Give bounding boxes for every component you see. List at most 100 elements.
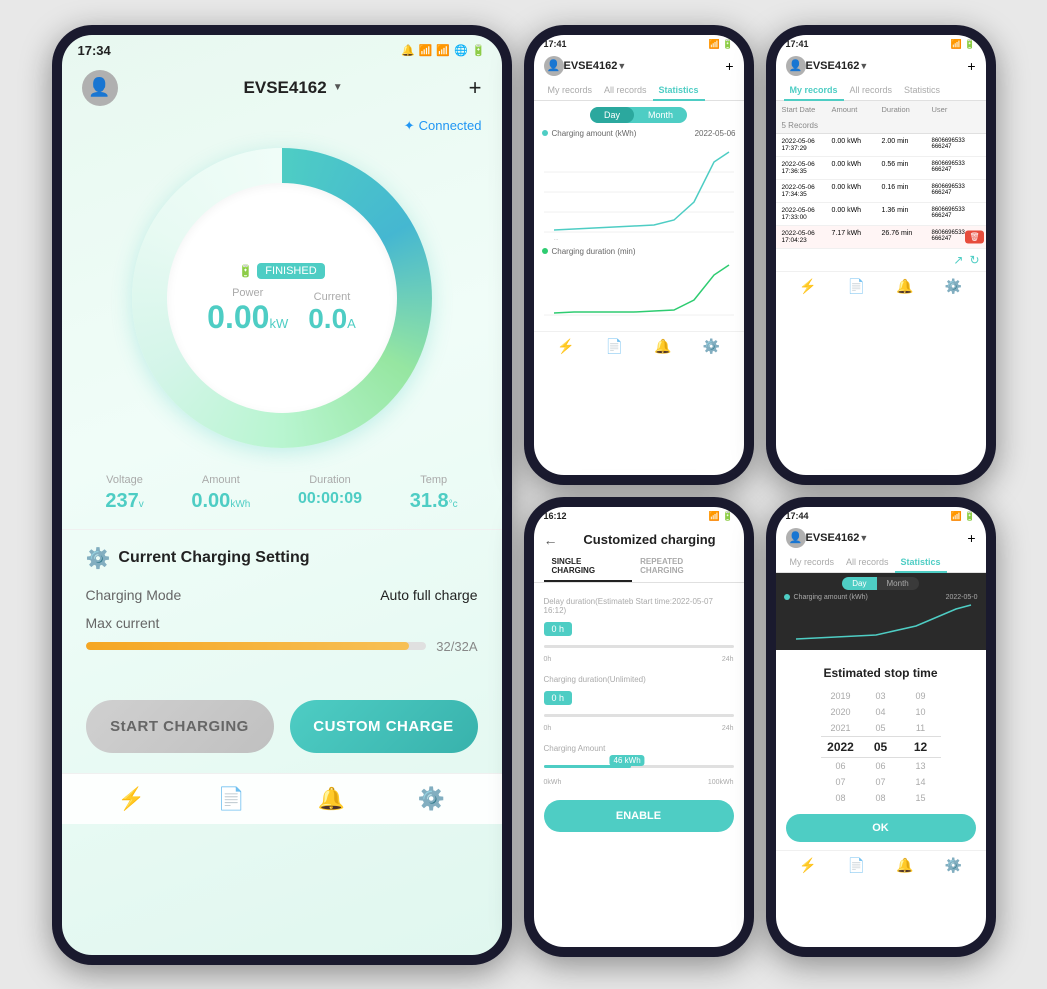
nav-home-icon[interactable]: ⚡	[118, 786, 145, 812]
nav-notifications-icon[interactable]: 🔔	[318, 786, 345, 812]
phone4-tab-statistics[interactable]: Statistics	[895, 552, 947, 572]
stop-time-label: Estimated stop time	[776, 650, 986, 688]
phone4-mini-chart	[784, 601, 978, 641]
phone4-avatar[interactable]: 👤	[786, 528, 806, 548]
phone1-status-bar: 17:41 📶 🔋	[534, 35, 744, 52]
voltage-label: Voltage	[106, 474, 143, 486]
nav-records-icon[interactable]: 📄	[218, 786, 245, 812]
phone4-nav-settings[interactable]: ⚙️	[945, 857, 962, 874]
phone1-time: 17:41	[544, 39, 567, 49]
power-label: Power	[232, 287, 263, 299]
phone4-nav-power[interactable]: ⚡	[799, 857, 816, 874]
current-label: Current	[314, 291, 351, 303]
phone1-tab-statistics[interactable]: Statistics	[653, 80, 705, 100]
legend-dot	[784, 594, 790, 600]
phone4-add-button[interactable]: +	[967, 530, 975, 546]
picker-month-selected[interactable]: 05	[861, 736, 901, 758]
main-time: 17:34	[78, 43, 111, 58]
records-table-header: Start Date Amount Duration User	[776, 101, 986, 118]
table-row: 2022-05-0617:37:29 0.00 kWh 2.00 min 860…	[776, 134, 986, 157]
phone1-legend-amount: Charging amount (kWh) 2022-05-06	[542, 129, 736, 138]
phone1-nav-settings[interactable]: ⚙️	[703, 338, 720, 355]
picker-year-selected[interactable]: 2022	[821, 736, 861, 758]
phone1-nav-power[interactable]: ⚡	[557, 338, 574, 355]
power-metric: Power 0.00kW	[207, 287, 288, 333]
phone4-toggle-day[interactable]: Day	[842, 577, 876, 590]
picker-day-col: 09 10 11 12 13 14 15	[901, 688, 941, 806]
phone1-tab-my-records[interactable]: My records	[542, 80, 599, 100]
svg-text:...: ...	[554, 236, 558, 242]
export-icon[interactable]: ↗	[953, 253, 963, 267]
phone1-add-button[interactable]: +	[725, 58, 733, 74]
phone1-avatar[interactable]: 👤	[544, 56, 564, 76]
phone4-tab-all-records[interactable]: All records	[840, 552, 895, 572]
amount-metric: Amount 0.00kWh	[191, 474, 250, 513]
main-phone-screen: 17:34 🔔📶📶🌐🔋 👤 EVSE4162 ▼ + ✦ Connected	[62, 35, 502, 955]
records-actions: ↗ ↻	[776, 249, 986, 271]
progress-fill	[86, 642, 410, 650]
main-bottom-nav: ⚡ 📄 🔔 ⚙️	[62, 773, 502, 824]
back-arrow-icon[interactable]: ←	[544, 532, 558, 548]
charging-amount-slider[interactable]: 46 kWh	[544, 757, 734, 777]
phone2-nav-power[interactable]: ⚡	[799, 278, 816, 295]
delay-slider[interactable]	[544, 640, 734, 654]
charging-settings: ⚙️ Current Charging Setting Charging Mod…	[62, 530, 502, 690]
phone2-avatar[interactable]: 👤	[786, 56, 806, 76]
nav-settings-icon[interactable]: ⚙️	[418, 786, 445, 812]
picker-month-col: 03 04 05 05 06 07 08	[861, 688, 901, 806]
phone2-nav-settings[interactable]: ⚙️	[945, 278, 962, 295]
avatar[interactable]: 👤	[82, 70, 118, 106]
phone4-tab-my-records[interactable]: My records	[784, 552, 841, 572]
phone4-dropdown[interactable]: ▼	[859, 533, 868, 543]
phone2-tab-my-records[interactable]: My records	[784, 80, 844, 100]
bluetooth-label: Connected	[419, 118, 482, 133]
gauge-container: 🔋 FINISHED Power 0.00kW Curren	[62, 138, 502, 458]
phone2-tab-all-records[interactable]: All records	[844, 80, 899, 100]
phone1-toggle-month[interactable]: Month	[634, 107, 687, 123]
phone2-nav-bell[interactable]: 🔔	[896, 278, 913, 295]
temp-label: Temp	[420, 474, 447, 486]
dropdown-arrow-icon[interactable]: ▼	[333, 82, 343, 93]
phone4-bottom-nav: ⚡ 📄 🔔 ⚙️	[776, 850, 986, 880]
custom-charge-button[interactable]: CUSTOM CHARGE	[290, 700, 478, 753]
delete-record-button[interactable]: 🗑	[965, 230, 983, 243]
phone-customized: 16:12 📶 🔋 ← Customized charging SINGLE C…	[524, 497, 754, 957]
settings-title-text: Current Charging Setting	[118, 549, 309, 567]
phone1-tab-all-records[interactable]: All records	[598, 80, 653, 100]
start-charging-button[interactable]: StART CHARGING	[86, 700, 274, 753]
phone1-header: 👤 EVSE4162 ▼ +	[534, 52, 744, 80]
charging-duration-slider[interactable]	[544, 709, 734, 723]
ok-button[interactable]: OK	[786, 814, 976, 842]
phone4-nav-bell[interactable]: 🔔	[896, 857, 913, 874]
picker-day-selected[interactable]: 12	[901, 736, 941, 758]
phone3-tab-repeated[interactable]: REPEATED CHARGING	[632, 552, 733, 582]
phone2-tab-statistics[interactable]: Statistics	[898, 80, 946, 100]
bluetooth-status: ✦ Connected	[62, 114, 502, 138]
phone2-nav-records[interactable]: 📄	[848, 278, 865, 295]
amount-slider-label: 46 kWh	[610, 755, 645, 766]
max-current-label: Max current	[86, 615, 478, 631]
refresh-icon[interactable]: ↻	[969, 253, 979, 267]
phone2-add-button[interactable]: +	[967, 58, 975, 74]
enable-button[interactable]: ENABLE	[544, 800, 734, 832]
phone2-dropdown[interactable]: ▼	[859, 61, 868, 71]
amount-value: 0.00kWh	[191, 490, 250, 513]
phone1-toggle-day[interactable]: Day	[590, 107, 634, 123]
status-badge: FINISHED	[257, 263, 324, 279]
phone1-nav-bell[interactable]: 🔔	[654, 338, 671, 355]
phone1-nav-records[interactable]: 📄	[606, 338, 623, 355]
phone4-tabs: My records All records Statistics	[776, 552, 986, 573]
voltage-metric: Voltage 237v	[105, 474, 143, 513]
phone4-nav-records[interactable]: 📄	[848, 857, 865, 874]
progress-bar	[86, 642, 427, 650]
phone-stop-time: 17:44 📶 🔋 👤 EVSE4162 ▼ + My records All …	[766, 497, 996, 957]
phone3-tab-single[interactable]: SINGLE CHARGING	[544, 552, 633, 582]
phone4-toggle-month[interactable]: Month	[877, 577, 919, 590]
table-row: 2022-05-0617:33:00 0.00 kWh 1.36 min 860…	[776, 203, 986, 226]
add-device-button[interactable]: +	[469, 75, 482, 101]
charging-amount-field: Charging Amount 46 kWh 0kWh100kWh	[534, 738, 744, 792]
phone2-screen: 17:41 📶 🔋 👤 EVSE4162 ▼ + My records All …	[776, 35, 986, 475]
phone1-dropdown[interactable]: ▼	[617, 61, 626, 71]
temp-value: 31.8°c	[410, 490, 458, 513]
power-value: 0.00kW	[207, 301, 288, 333]
